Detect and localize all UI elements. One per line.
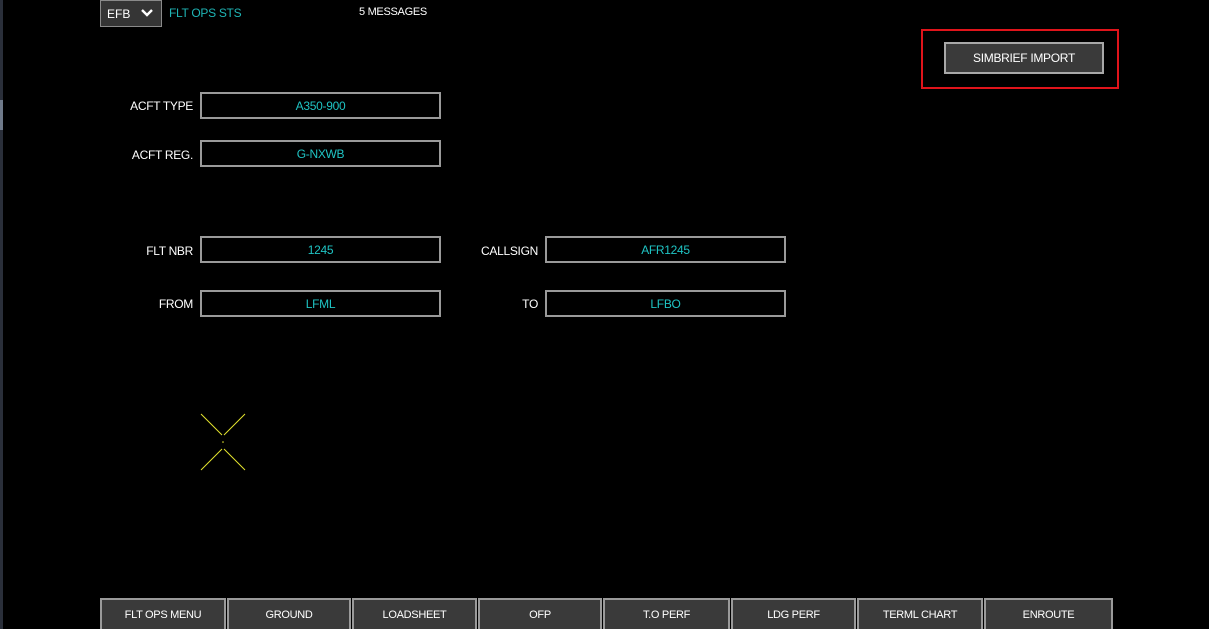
simbrief-import-button[interactable]: SIMBRIEF IMPORT <box>944 42 1104 74</box>
to-label: TO <box>522 297 538 311</box>
messages-indicator[interactable]: 5 MESSAGES <box>359 6 427 18</box>
nav-enroute-button[interactable]: ENROUTE <box>984 598 1113 629</box>
nav-loadsheet-button[interactable]: LOADSHEET <box>352 598 477 629</box>
to-field[interactable]: LFBO <box>545 290 786 317</box>
callsign-label: CALLSIGN <box>481 244 538 258</box>
bottom-nav-bar: FLT OPS MENU GROUND LOADSHEET OFP T.O PE… <box>100 598 1117 629</box>
acft-type-label: ACFT TYPE <box>130 99 193 113</box>
nav-to-perf-button[interactable]: T.O PERF <box>603 598 730 629</box>
efb-selector-dropdown[interactable]: EFB <box>100 0 162 27</box>
chevron-down-icon <box>141 9 153 17</box>
nav-ldg-perf-button[interactable]: LDG PERF <box>731 598 856 629</box>
acft-reg-label: ACFT REG. <box>131 148 193 162</box>
efb-screen: EFB FLT OPS STS 5 MESSAGES SIMBRIEF IMPO… <box>0 0 1209 629</box>
efb-selector-value: EFB <box>107 6 131 21</box>
from-label: FROM <box>158 297 193 311</box>
flt-nbr-field[interactable]: 1245 <box>200 236 441 263</box>
callsign-field[interactable]: AFR1245 <box>545 236 786 263</box>
nav-ofp-button[interactable]: OFP <box>478 598 602 629</box>
nav-flt-ops-menu-button[interactable]: FLT OPS MENU <box>100 598 226 629</box>
left-window-edge <box>0 0 3 629</box>
flt-nbr-label: FLT NBR <box>146 244 193 258</box>
nav-ground-button[interactable]: GROUND <box>227 598 351 629</box>
crosshair-cursor-icon <box>200 413 246 471</box>
nav-terml-chart-button[interactable]: TERML CHART <box>857 598 983 629</box>
acft-type-field[interactable]: A350-900 <box>200 92 441 119</box>
from-field[interactable]: LFML <box>200 290 441 317</box>
edge-marker <box>0 100 3 130</box>
acft-reg-field[interactable]: G-NXWB <box>200 140 441 167</box>
app-title: FLT OPS STS <box>169 6 242 20</box>
